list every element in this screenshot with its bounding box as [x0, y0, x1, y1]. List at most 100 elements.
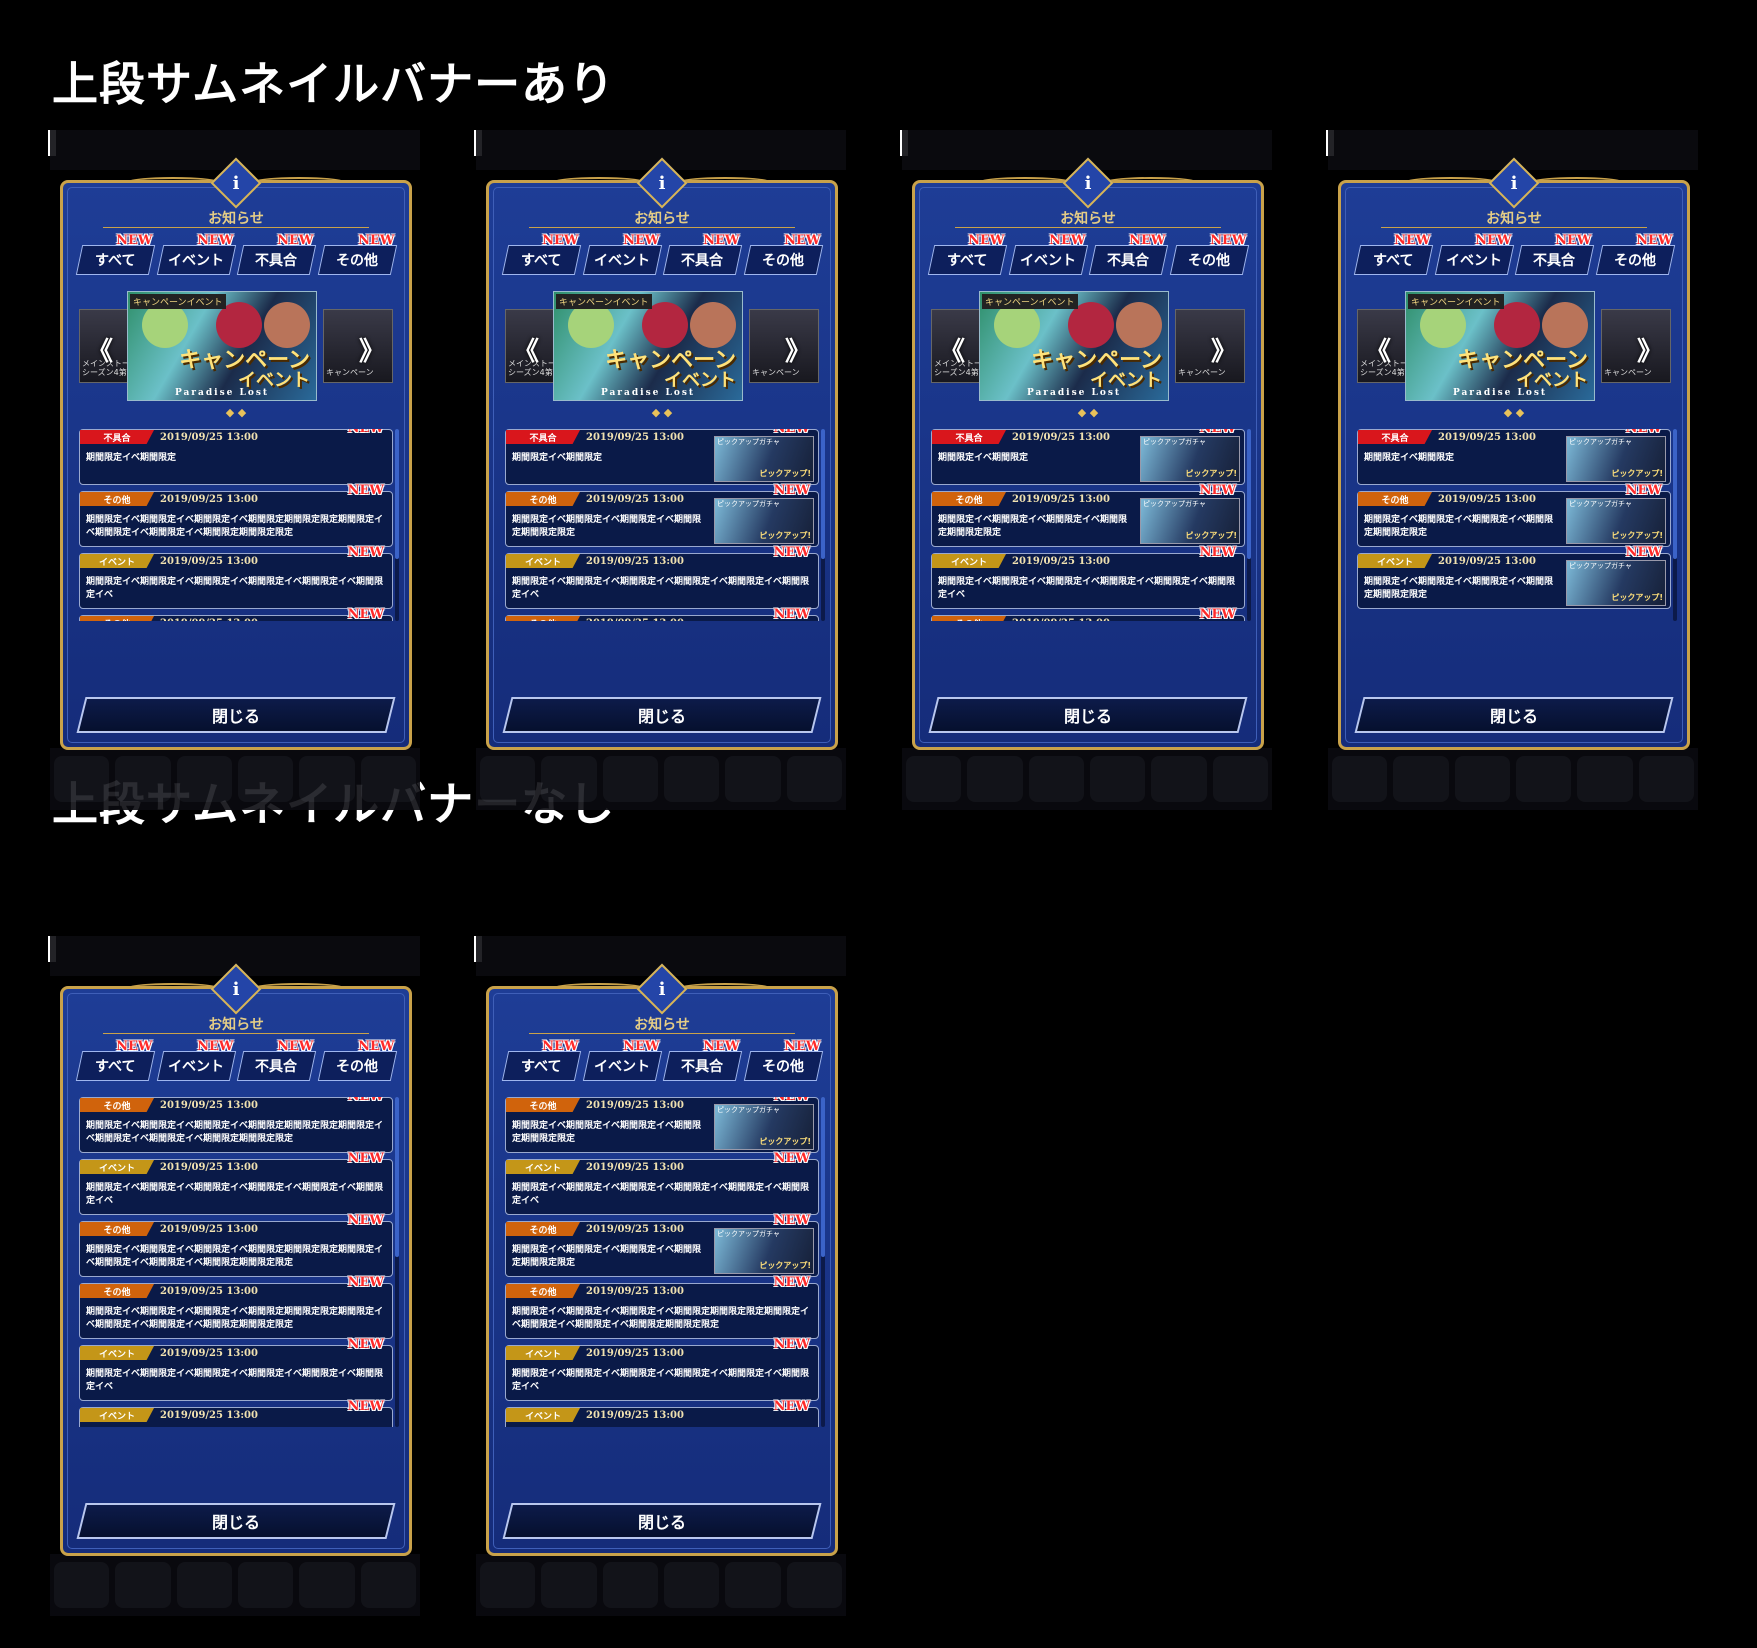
category-badge: その他: [506, 1098, 580, 1112]
notice-item[interactable]: その他 2019/09/25 13:00 NEW 期間限定イベ期間限定イベ期間限…: [79, 1097, 393, 1153]
tab-other[interactable]: その他 NEW: [743, 233, 823, 275]
notice-new-badge: NEW: [348, 429, 384, 436]
notice-item[interactable]: その他 2019/09/25 13:00 NEW 期間限定イベ期間限定イベ期間限…: [505, 483, 819, 547]
tab-event[interactable]: イベント NEW: [1008, 233, 1088, 275]
scrollbar[interactable]: [1673, 429, 1677, 621]
notice-list[interactable]: 不具合 2019/09/25 13:00 NEW 期間限定イベ期間限定 ピックア…: [505, 429, 819, 621]
notice-item[interactable]: その他 2019/09/25 13:00 NEW 期間限定イベ期間限定イベ期間限…: [931, 607, 1245, 621]
tab-other[interactable]: その他 NEW: [743, 1039, 823, 1081]
tab-new-badge: NEW: [622, 1039, 660, 1054]
tab-other[interactable]: その他 NEW: [317, 233, 397, 275]
tab-other[interactable]: その他 NEW: [1169, 233, 1249, 275]
notice-list[interactable]: 不具合 2019/09/25 13:00 NEW 期間限定イベ期間限定 ピックア…: [931, 429, 1245, 621]
notice-item[interactable]: イベント 2019/09/25 13:00 NEW 期間限定イベ期間限定イベ期間…: [79, 1151, 393, 1215]
main-banner[interactable]: キャンペーンイベント キャンペーン イベント Paradise Lost: [553, 291, 743, 401]
scrollbar[interactable]: [821, 429, 825, 621]
tab-event[interactable]: イベント NEW: [582, 1039, 662, 1081]
notice-item[interactable]: イベント 2019/09/25 13:00 NEW 期間限定イベ期間限定イベ期間…: [931, 545, 1245, 609]
tab-all[interactable]: すべて NEW: [75, 1039, 155, 1081]
tab-bug[interactable]: 不具合 NEW: [236, 1039, 316, 1081]
notice-list[interactable]: 不具合 2019/09/25 13:00 NEW 期間限定イベ期間限定 ピックア…: [1357, 429, 1671, 621]
notice-item[interactable]: その他 2019/09/25 13:00 NEW 期間限定イベ期間限定イベ期間限…: [1357, 483, 1671, 547]
prev-arrow-icon[interactable]: 《: [1365, 331, 1391, 368]
notice-item[interactable]: その他 2019/09/25 13:00 NEW 期間限定イベ期間限定イベ期間限…: [79, 1275, 393, 1339]
tab-new-badge: NEW: [542, 233, 579, 248]
tab-all[interactable]: すべて NEW: [1353, 233, 1433, 275]
notice-list[interactable]: その他 2019/09/25 13:00 NEW 期間限定イベ期間限定イベ期間限…: [79, 1097, 393, 1427]
prev-arrow-icon[interactable]: 《: [87, 331, 113, 368]
next-arrow-icon[interactable]: 》: [359, 331, 385, 368]
notice-item[interactable]: イベント 2019/09/25 13:00 NEW 期間限定イベ期間限定イベ期間…: [79, 1337, 393, 1401]
tab-bug[interactable]: 不具合 NEW: [236, 233, 316, 275]
tab-new-badge: NEW: [196, 233, 234, 248]
banner-carousel[interactable]: メインストーリーシーズン4第1章 キャンペーン キャンペーンイベント キャンペー…: [1357, 291, 1671, 421]
notice-item[interactable]: その他 2019/09/25 13:00 NEW 期間限定イベ期間限定イベ期間限…: [505, 607, 819, 621]
notice-list[interactable]: 不具合 2019/09/25 13:00 NEW 期間限定イベ期間限定 その他 …: [79, 429, 393, 621]
notice-item[interactable]: イベント 2019/09/25 13:00 NEW 期間限定イベ期間限定イベ期間…: [1357, 545, 1671, 609]
tab-all[interactable]: すべて NEW: [501, 233, 581, 275]
tab-bug[interactable]: 不具合 NEW: [1514, 233, 1594, 275]
scrollbar[interactable]: [395, 1097, 399, 1427]
notice-item[interactable]: 不具合 2019/09/25 13:00 NEW 期間限定イベ期間限定 ピックア…: [1357, 429, 1671, 485]
notice-item[interactable]: イベント 2019/09/25 13:00 NEW 期間限定イベ期間限定イベ期間…: [505, 1337, 819, 1401]
close-button[interactable]: 閉じる: [502, 697, 822, 733]
prev-arrow-icon[interactable]: 《: [513, 331, 539, 368]
prev-arrow-icon[interactable]: 《: [939, 331, 965, 368]
notice-item[interactable]: その他 2019/09/25 13:00 NEW 期間限定イベ期間限定イベ期間限…: [79, 1213, 393, 1277]
scrollbar[interactable]: [1247, 429, 1251, 621]
tab-event[interactable]: イベント NEW: [156, 1039, 236, 1081]
notice-item[interactable]: その他 2019/09/25 13:00 NEW 期間限定イベ期間限定イベ期間限…: [505, 1097, 819, 1153]
notice-item[interactable]: イベント 2019/09/25 13:00 NEW 期間限定イベ期間限定イベ期間…: [505, 1399, 819, 1427]
notice-new-badge: NEW: [1625, 545, 1662, 560]
next-arrow-icon[interactable]: 》: [1637, 331, 1663, 368]
close-button[interactable]: 閉じる: [76, 1503, 396, 1539]
notice-list[interactable]: その他 2019/09/25 13:00 NEW 期間限定イベ期間限定イベ期間限…: [505, 1097, 819, 1427]
tab-bug[interactable]: 不具合 NEW: [1088, 233, 1168, 275]
notice-text: 期間限定イベ期間限定: [512, 453, 603, 463]
scrollbar[interactable]: [821, 1097, 825, 1427]
banner-carousel[interactable]: メインストーリーシーズン4第1章 キャンペーン キャンペーンイベント キャンペー…: [79, 291, 393, 421]
tab-all[interactable]: すべて NEW: [75, 233, 155, 275]
notice-item[interactable]: 不具合 2019/09/25 13:00 NEW 期間限定イベ期間限定 ピックア…: [931, 429, 1245, 485]
notice-item[interactable]: イベント 2019/09/25 13:00 NEW 期間限定イベ期間限定イベ期間…: [79, 1399, 393, 1427]
scrollbar[interactable]: [395, 429, 399, 621]
notice-date: 2019/09/25 13:00: [586, 1224, 684, 1235]
close-button[interactable]: 閉じる: [76, 697, 396, 733]
tab-all[interactable]: すべて NEW: [927, 233, 1007, 275]
notice-new-badge: NEW: [773, 607, 810, 621]
close-button[interactable]: 閉じる: [1354, 697, 1674, 733]
main-banner[interactable]: キャンペーンイベント キャンペーン イベント Paradise Lost: [1405, 291, 1595, 401]
tab-bug[interactable]: 不具合 NEW: [662, 1039, 742, 1081]
notice-item[interactable]: 不具合 2019/09/25 13:00 NEW 期間限定イベ期間限定 ピックア…: [505, 429, 819, 485]
tab-new-badge: NEW: [196, 1039, 234, 1054]
category-badge: その他: [506, 492, 580, 506]
tab-bug[interactable]: 不具合 NEW: [662, 233, 742, 275]
main-banner[interactable]: キャンペーンイベント キャンペーン イベント Paradise Lost: [127, 291, 317, 401]
banner-carousel[interactable]: メインストーリーシーズン4第1章 キャンペーン キャンペーンイベント キャンペー…: [505, 291, 819, 421]
tab-other[interactable]: その他 NEW: [317, 1039, 397, 1081]
tab-event[interactable]: イベント NEW: [582, 233, 662, 275]
notice-thumbnail: ピックアップガチャ ピックアップ!: [1140, 436, 1240, 482]
tab-event[interactable]: イベント NEW: [1434, 233, 1514, 275]
next-arrow-icon[interactable]: 》: [1211, 331, 1237, 368]
close-button[interactable]: 閉じる: [928, 697, 1248, 733]
notice-item[interactable]: 不具合 2019/09/25 13:00 NEW 期間限定イベ期間限定: [79, 429, 393, 485]
next-arrow-icon[interactable]: 》: [785, 331, 811, 368]
banner-carousel[interactable]: メインストーリーシーズン4第1章 キャンペーン キャンペーンイベント キャンペー…: [931, 291, 1245, 421]
notice-item[interactable]: その他 2019/09/25 13:00 NEW 期間限定イベ期間限定イベ期間限…: [79, 483, 393, 547]
notice-item[interactable]: イベント 2019/09/25 13:00 NEW 期間限定イベ期間限定イベ期間…: [505, 1151, 819, 1215]
tab-all[interactable]: すべて NEW: [501, 1039, 581, 1081]
close-button[interactable]: 閉じる: [502, 1503, 822, 1539]
notice-item[interactable]: イベント 2019/09/25 13:00 NEW 期間限定イベ期間限定イベ期間…: [505, 545, 819, 609]
notice-item[interactable]: その他 2019/09/25 13:00 NEW 期間限定イベ期間限定イベ期間限…: [79, 607, 393, 621]
tab-event[interactable]: イベント NEW: [156, 233, 236, 275]
tab-other[interactable]: その他 NEW: [1595, 233, 1675, 275]
main-banner[interactable]: キャンペーンイベント キャンペーン イベント Paradise Lost: [979, 291, 1169, 401]
notice-item[interactable]: その他 2019/09/25 13:00 NEW 期間限定イベ期間限定イベ期間限…: [931, 483, 1245, 547]
category-badge: その他: [1358, 492, 1432, 506]
notice-date: 2019/09/25 13:00: [160, 494, 258, 505]
notice-item[interactable]: イベント 2019/09/25 13:00 NEW 期間限定イベ期間限定イベ期間…: [79, 545, 393, 609]
notice-item[interactable]: その他 2019/09/25 13:00 NEW 期間限定イベ期間限定イベ期間限…: [505, 1213, 819, 1277]
notice-item[interactable]: その他 2019/09/25 13:00 NEW 期間限定イベ期間限定イベ期間限…: [505, 1275, 819, 1339]
notice-date: 2019/09/25 13:00: [160, 1224, 258, 1235]
